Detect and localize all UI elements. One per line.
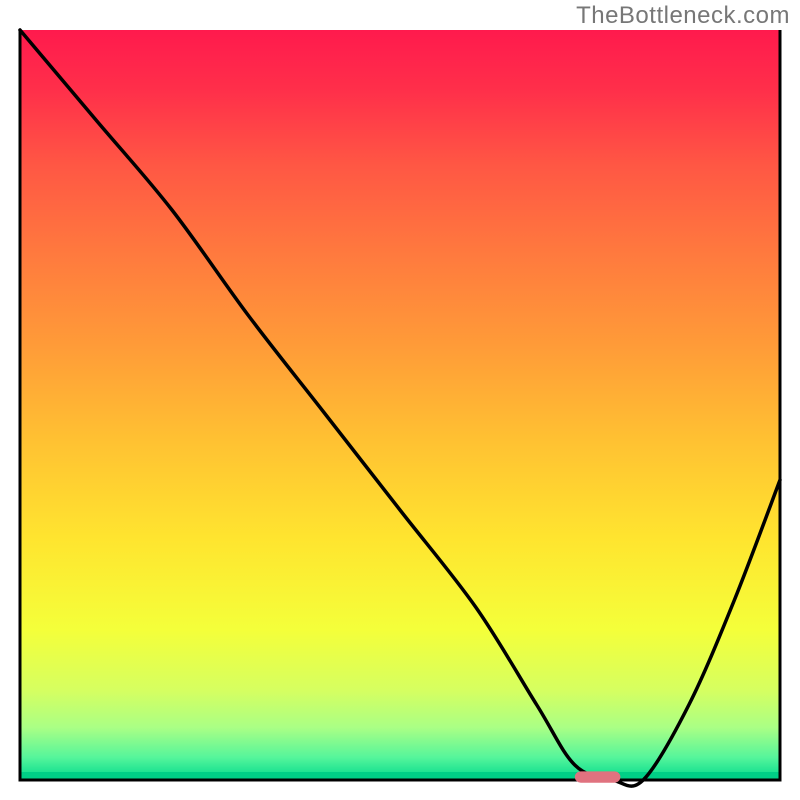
- target-marker: [575, 771, 621, 782]
- bottleneck-chart: [0, 0, 800, 800]
- gradient-field: [20, 30, 780, 780]
- chart-frame: TheBottleneck.com: [0, 0, 800, 800]
